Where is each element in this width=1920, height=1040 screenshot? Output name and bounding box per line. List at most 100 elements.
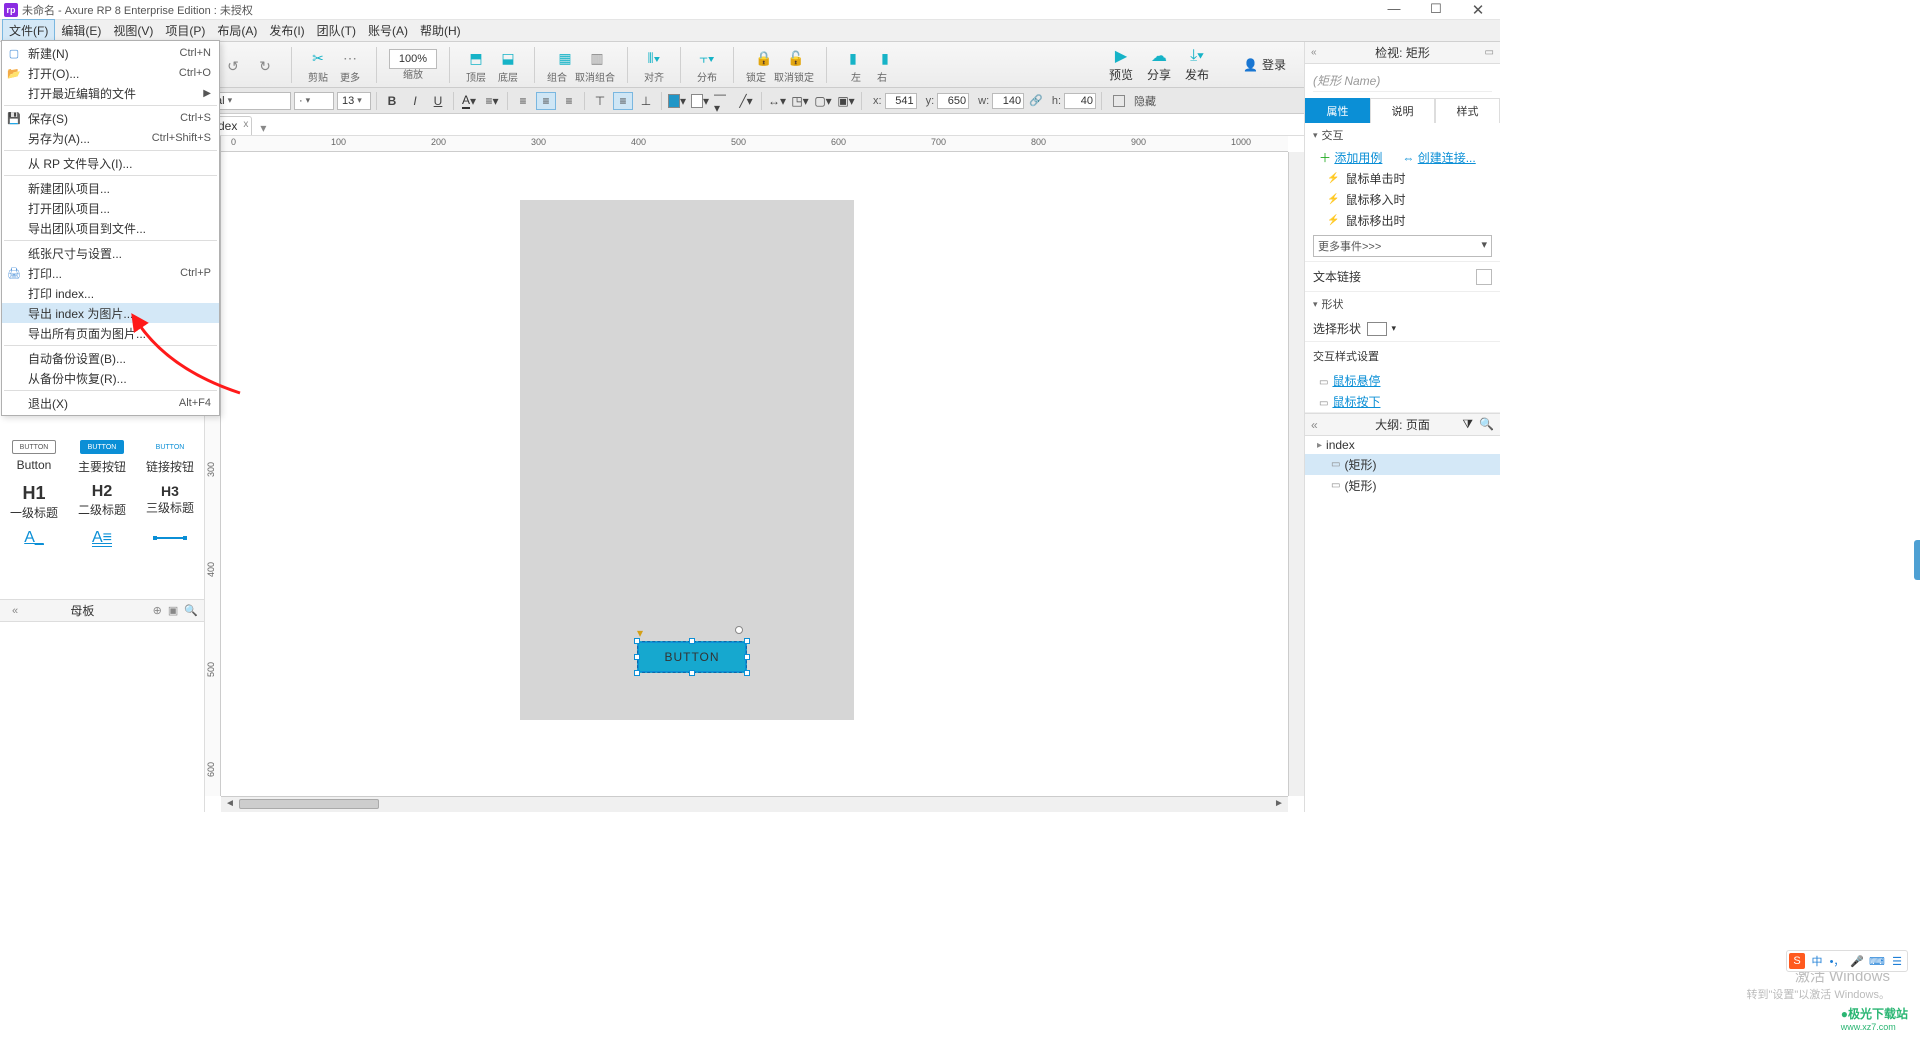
masters-folder-icon[interactable]: ▣ bbox=[168, 604, 178, 617]
file-menu-item[interactable]: 新建团队项目... bbox=[2, 178, 219, 198]
tab-style[interactable]: 样式 bbox=[1435, 98, 1500, 123]
menu-file[interactable]: 文件(F) bbox=[2, 19, 55, 42]
create-link-link[interactable]: 创建连接... bbox=[1418, 151, 1476, 165]
widget-name-input[interactable]: (矩形 Name) bbox=[1313, 70, 1492, 92]
ime-lang-icon[interactable]: 中 bbox=[1809, 953, 1825, 969]
align-r-button[interactable]: ≡ bbox=[559, 92, 579, 110]
file-menu-item[interactable]: 退出(X)Alt+F4 bbox=[2, 393, 219, 413]
widget-link-button[interactable]: BUTTON链接按钮 bbox=[140, 440, 200, 475]
file-menu-item[interactable]: ▢新建(N)Ctrl+N bbox=[2, 43, 219, 63]
arrowstyle-button[interactable]: ↔▾ bbox=[767, 92, 787, 110]
event-mouseenter[interactable]: ⚡鼠标移入时 bbox=[1305, 189, 1500, 210]
menu-account[interactable]: 账号(A) bbox=[362, 20, 414, 41]
widget-h1[interactable]: H1一级标题 bbox=[4, 483, 64, 521]
file-menu-item[interactable]: 另存为(A)...Ctrl+Shift+S bbox=[2, 128, 219, 148]
masters-add-icon[interactable]: ⊕ bbox=[153, 604, 162, 617]
outline-row[interactable]: ▭(矩形) bbox=[1305, 454, 1500, 475]
valign-t-button[interactable]: ⊤ bbox=[590, 92, 610, 110]
tab-notes[interactable]: 说明 bbox=[1370, 98, 1435, 123]
publish-button[interactable]: ⤓▾发布 bbox=[1185, 46, 1209, 83]
file-menu-item[interactable]: 纸张尺寸与设置... bbox=[2, 243, 219, 263]
masters-search-icon[interactable]: 🔍 bbox=[184, 604, 198, 617]
file-menu-item[interactable]: 💾保存(S)Ctrl+S bbox=[2, 108, 219, 128]
add-case-link[interactable]: 添加用例 bbox=[1334, 151, 1382, 165]
file-menu-item[interactable]: 导出 index 为图片... bbox=[2, 303, 219, 323]
align-l-button[interactable]: ≡ bbox=[513, 92, 533, 110]
hscroll-thumb[interactable] bbox=[239, 799, 379, 809]
widget-hline[interactable] bbox=[140, 529, 200, 547]
text-link-box[interactable] bbox=[1476, 269, 1492, 285]
resize-handle-e[interactable] bbox=[744, 654, 750, 660]
fontsize-select[interactable]: 13 bbox=[337, 92, 371, 110]
x-input[interactable] bbox=[885, 93, 917, 109]
inspector-popout-icon[interactable]: ▭ bbox=[1485, 47, 1494, 58]
resize-handle-sw[interactable] bbox=[634, 670, 640, 676]
outline-filter-icon[interactable]: ⧩ bbox=[1462, 417, 1473, 432]
hscroll-right-icon[interactable]: ► bbox=[1272, 798, 1286, 809]
shape-picker[interactable] bbox=[1367, 322, 1387, 336]
fillcolor-button[interactable]: ▾ bbox=[667, 92, 687, 110]
font-select[interactable]: al bbox=[211, 92, 291, 110]
shadow-in-button[interactable]: ▣▾ bbox=[836, 92, 856, 110]
file-menu-item[interactable]: 打开团队项目... bbox=[2, 198, 219, 218]
file-menu-item[interactable]: 从备份中恢复(R)... bbox=[2, 368, 219, 388]
minimize-button[interactable]: — bbox=[1382, 1, 1406, 19]
inspector-collapse-icon[interactable]: « bbox=[1311, 47, 1317, 58]
outline-search-icon[interactable]: 🔍 bbox=[1479, 417, 1494, 432]
file-menu-item[interactable]: 打印 index... bbox=[2, 283, 219, 303]
ime-menu-icon[interactable]: ☰ bbox=[1889, 953, 1905, 969]
fontcolor-button[interactable]: A▾ bbox=[459, 92, 479, 110]
file-menu-item[interactable]: 🖨打印...Ctrl+P bbox=[2, 263, 219, 283]
linestyle-button[interactable]: ╱▾ bbox=[736, 92, 756, 110]
menu-team[interactable]: 团队(T) bbox=[311, 20, 362, 41]
maximize-button[interactable]: ☐ bbox=[1424, 1, 1448, 19]
tab-properties[interactable]: 属性 bbox=[1305, 98, 1370, 123]
redo-button[interactable]: ↻ bbox=[251, 53, 279, 79]
hide-checkbox[interactable] bbox=[1113, 95, 1125, 107]
resize-handle-ne[interactable] bbox=[744, 638, 750, 644]
hscroll-left-icon[interactable]: ◄ bbox=[223, 798, 237, 809]
shadow-out-button[interactable]: ▢▾ bbox=[813, 92, 833, 110]
ime-punct-icon[interactable]: •， bbox=[1829, 953, 1845, 969]
hscrollbar[interactable]: ◄ ► bbox=[221, 796, 1288, 812]
preview-button[interactable]: ▶预览 bbox=[1109, 46, 1133, 83]
file-menu-item[interactable]: 导出所有页面为图片... bbox=[2, 323, 219, 343]
widget-button[interactable]: BUTTONButton bbox=[4, 440, 64, 475]
bullets-button[interactable]: ≡▾ bbox=[482, 92, 502, 110]
menu-help[interactable]: 帮助(H) bbox=[414, 20, 467, 41]
widget-primary-button[interactable]: BUTTON主要按钮 bbox=[72, 440, 132, 475]
w-input[interactable] bbox=[992, 93, 1024, 109]
vscrollbar[interactable] bbox=[1288, 152, 1304, 796]
style-pressed-link[interactable]: 鼠标按下 bbox=[1332, 395, 1380, 409]
menu-publish[interactable]: 发布(I) bbox=[263, 20, 310, 41]
outline-collapse-icon[interactable]: « bbox=[1311, 418, 1318, 432]
undo-button[interactable]: ↺ bbox=[219, 53, 247, 79]
side-tab-handle[interactable] bbox=[1914, 540, 1920, 580]
menu-edit[interactable]: 编辑(E) bbox=[55, 20, 107, 41]
rotate-handle[interactable] bbox=[735, 626, 743, 634]
menu-layout[interactable]: 布局(A) bbox=[211, 20, 263, 41]
fontweight-select[interactable]: · bbox=[294, 92, 334, 110]
linecolor-button[interactable]: ▾ bbox=[690, 92, 710, 110]
widget-h2[interactable]: H2二级标题 bbox=[72, 483, 132, 521]
linewidth-button[interactable]: —▾ bbox=[713, 92, 733, 110]
outline-row[interactable]: ▭(矩形) bbox=[1305, 475, 1500, 496]
align-c-button[interactable]: ≡ bbox=[536, 92, 556, 110]
underline-button[interactable]: U bbox=[428, 92, 448, 110]
ime-logo-icon[interactable]: S bbox=[1789, 953, 1805, 969]
resize-handle-w[interactable] bbox=[634, 654, 640, 660]
ime-toolbar[interactable]: S 中 •， 🎤 ⌨ ☰ bbox=[1786, 950, 1908, 972]
ime-keyboard-icon[interactable]: ⌨ bbox=[1869, 953, 1885, 969]
section-interactions[interactable]: 交互 bbox=[1305, 123, 1500, 147]
bold-button[interactable]: B bbox=[382, 92, 402, 110]
widget-h3[interactable]: H3三级标题 bbox=[140, 483, 200, 521]
resize-handle-s[interactable] bbox=[689, 670, 695, 676]
event-mouseleave[interactable]: ⚡鼠标移出时 bbox=[1305, 210, 1500, 231]
style-hover-link[interactable]: 鼠标悬停 bbox=[1332, 374, 1380, 388]
login-button[interactable]: 👤登录 bbox=[1243, 56, 1286, 73]
selected-button-widget[interactable]: BUTTON bbox=[637, 641, 747, 673]
widget-paragraph[interactable]: A≡ bbox=[72, 529, 132, 547]
close-tab-icon[interactable]: x bbox=[243, 119, 248, 130]
corner-button[interactable]: ◳▾ bbox=[790, 92, 810, 110]
outline-row[interactable]: ▸index bbox=[1305, 436, 1500, 454]
